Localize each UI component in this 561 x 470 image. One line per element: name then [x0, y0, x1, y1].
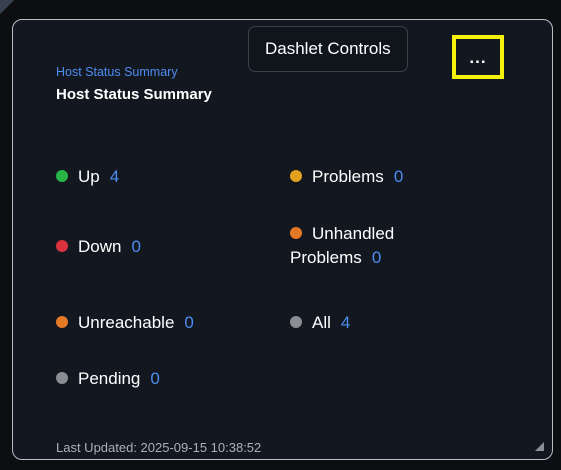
corner-marker: [0, 0, 14, 14]
status-down-count[interactable]: 0: [131, 237, 140, 256]
status-pending-label: Pending: [78, 369, 141, 388]
dashlet-more-options-button[interactable]: ...: [452, 35, 504, 79]
host-status-dashlet: Host Status Summary Host Status Summary …: [12, 19, 553, 460]
status-unhandled-label-2: Problems: [290, 248, 362, 267]
status-pending-dot-icon: [56, 372, 68, 384]
status-unhandled-dot-icon: [290, 227, 302, 239]
resize-handle-icon[interactable]: [535, 442, 544, 451]
status-problems-label: Problems: [312, 167, 384, 186]
status-all[interactable]: All 4: [290, 311, 350, 335]
status-unreachable-count[interactable]: 0: [184, 313, 193, 332]
status-unreachable[interactable]: Unreachable 0: [56, 311, 194, 335]
status-down-dot-icon: [56, 240, 68, 252]
status-problems[interactable]: Problems 0: [290, 165, 403, 189]
status-up-dot-icon: [56, 170, 68, 182]
status-unhandled-count[interactable]: 0: [372, 248, 381, 267]
status-unhandled-label: Unhandled: [312, 224, 395, 243]
dashlet-controls-tooltip: Dashlet Controls: [248, 26, 408, 72]
status-all-label: All: [312, 313, 331, 332]
status-pending[interactable]: Pending 0: [56, 367, 160, 391]
status-up-count[interactable]: 4: [110, 167, 119, 186]
last-updated-text: Last Updated: 2025-09-15 10:38:52: [56, 440, 262, 455]
status-all-count[interactable]: 4: [341, 313, 350, 332]
status-down[interactable]: Down 0: [56, 235, 141, 259]
status-pending-count[interactable]: 0: [150, 369, 159, 388]
dashlet-link-title[interactable]: Host Status Summary: [56, 65, 178, 79]
status-problems-count[interactable]: 0: [394, 167, 403, 186]
status-up[interactable]: Up 4: [56, 165, 119, 189]
status-unreachable-label: Unreachable: [78, 313, 175, 332]
status-unreachable-dot-icon: [56, 316, 68, 328]
status-up-label: Up: [78, 167, 100, 186]
status-unhandled-problems[interactable]: Unhandled Problems 0: [290, 222, 440, 270]
status-problems-dot-icon: [290, 170, 302, 182]
status-all-dot-icon: [290, 316, 302, 328]
dashlet-title: Host Status Summary: [56, 86, 212, 103]
status-down-label: Down: [78, 237, 122, 256]
